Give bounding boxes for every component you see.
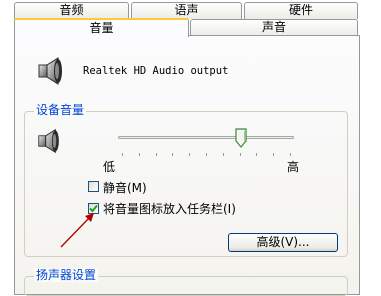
volume-low-label: 低 [103,160,116,174]
slider-tick [290,153,291,156]
slider-tick [172,153,174,156]
mute-label[interactable]: 静音(M) [103,179,147,196]
volume-high-label: 高 [287,160,300,174]
speaker-icon [38,57,62,85]
tab-hardware[interactable]: 硬件 [244,2,358,19]
device-name: Realtek HD Audio output [83,65,229,77]
slider-tick [222,153,224,156]
tab-volume-label: 音量 [89,21,114,35]
device-volume-group-title: 设备音量 [34,103,87,117]
annotation-arrow-icon [60,213,94,248]
volume-slider-thumb[interactable] [235,128,247,148]
tab-hardware-label: 硬件 [288,3,313,17]
tab-voice-label: 语声 [174,3,199,17]
slider-tick [189,153,191,156]
volume-slider-track[interactable] [118,136,294,139]
tab-voice[interactable]: 语声 [131,2,242,19]
slider-tick [122,153,123,156]
mute-checkbox[interactable] [88,181,99,192]
speaker-settings-group-title: 扬声器设置 [34,268,99,282]
slider-tick [239,153,241,156]
speaker-icon [38,128,59,154]
tab-sounds[interactable]: 声音 [190,19,358,36]
taskbar-icon-label[interactable]: 将音量图标放入任务栏(I) [103,200,236,217]
slider-tick [206,153,207,156]
tab-sounds-label: 声音 [261,20,286,34]
slider-tick [256,153,258,156]
slider-tick [155,153,157,156]
tab-audio[interactable]: 音频 [14,2,129,19]
slider-tick [138,153,140,156]
slider-tick [273,153,275,156]
advanced-button[interactable]: 高级(V)... [228,233,338,252]
tab-audio-label: 音频 [59,3,84,17]
tab-volume[interactable]: 音量 [14,18,189,37]
